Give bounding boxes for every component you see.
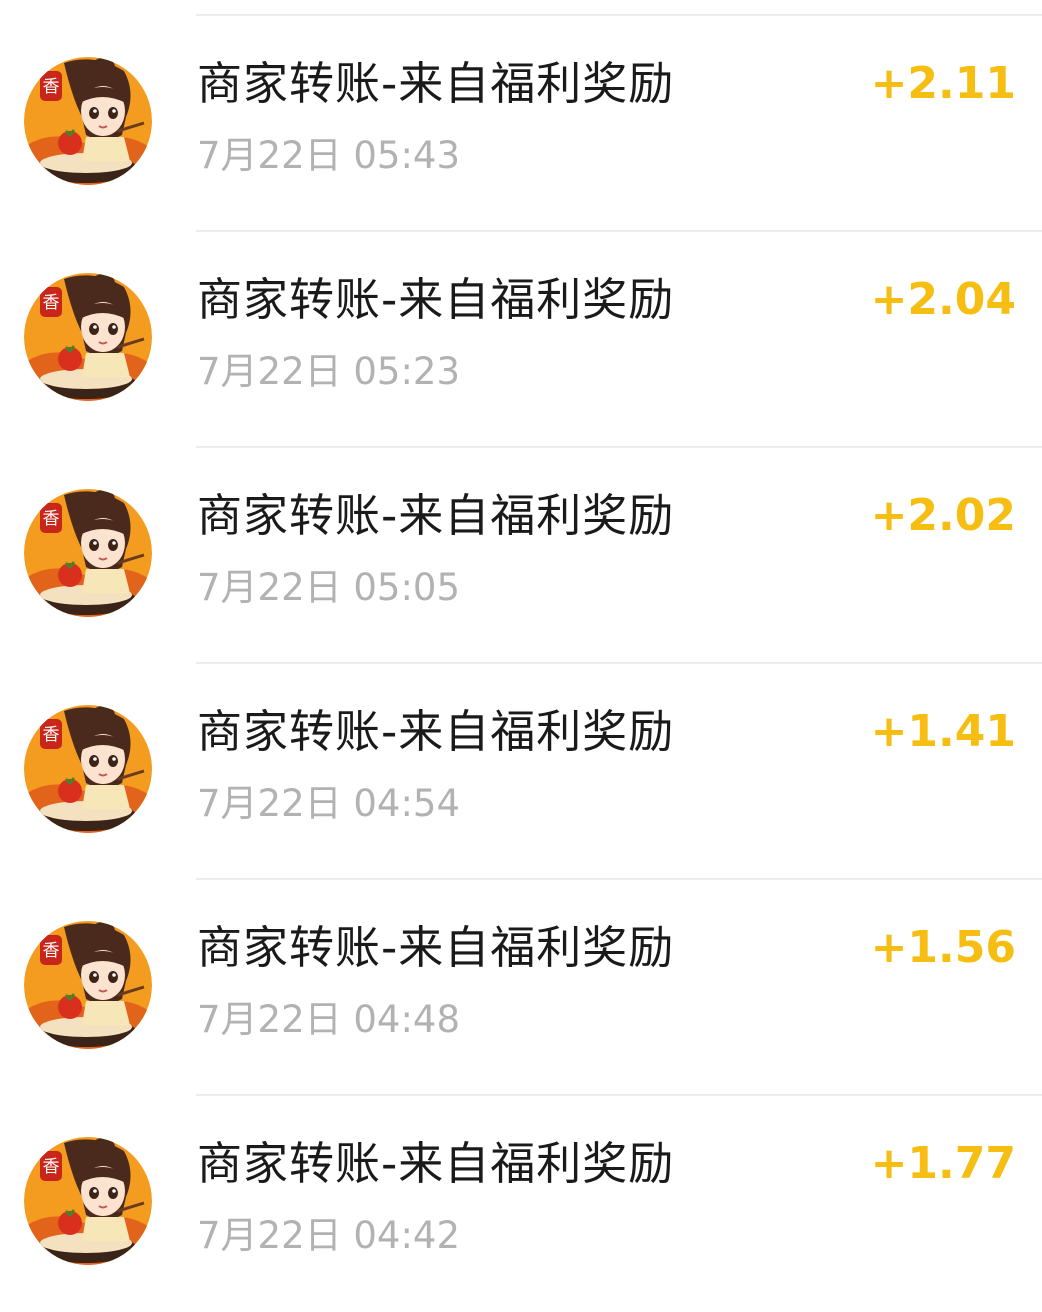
transaction-title: 商家转账-来自福利奖励	[197, 273, 675, 326]
chef-girl-avatar-icon: 香	[24, 273, 152, 401]
chef-girl-avatar-icon: 香	[24, 489, 152, 617]
transaction-row[interactable]: 香 商家转账-来自福利奖励 7月22日 04:42 +1.77	[0, 1096, 1042, 1312]
transaction-time: 7月22日 04:42	[197, 1214, 461, 1257]
transaction-row[interactable]: 香 商家转账-来自福利奖励 7月22日 04:48 +1.56	[0, 880, 1042, 1096]
transaction-title: 商家转账-来自福利奖励	[197, 57, 675, 110]
svg-text:香: 香	[43, 509, 60, 529]
transaction-row[interactable]: 香 商家转账-来自福利奖励 7月22日 05:43 +2.11	[0, 16, 1042, 232]
transaction-title: 商家转账-来自福利奖励	[197, 1137, 675, 1190]
chef-girl-avatar-icon: 香	[24, 921, 152, 1049]
transaction-time: 7月22日 05:23	[197, 350, 461, 393]
transaction-title: 商家转账-来自福利奖励	[197, 921, 675, 974]
transaction-title: 商家转账-来自福利奖励	[197, 489, 675, 542]
chef-girl-avatar-icon: 香	[24, 705, 152, 833]
transaction-amount: +2.04	[870, 274, 1016, 325]
svg-text:香: 香	[43, 293, 60, 313]
transaction-time: 7月22日 04:54	[197, 782, 461, 825]
transaction-time: 7月22日 04:48	[197, 998, 461, 1041]
transaction-title: 商家转账-来自福利奖励	[197, 705, 675, 758]
transaction-amount: +1.56	[870, 922, 1016, 973]
transaction-time: 7月22日 05:05	[197, 566, 461, 609]
transaction-amount: +2.11	[870, 58, 1016, 109]
transaction-row[interactable]: 香 商家转账-来自福利奖励 7月22日 04:54 +1.41	[0, 664, 1042, 880]
svg-text:香: 香	[43, 941, 60, 961]
chef-girl-avatar-icon: 香	[24, 1137, 152, 1265]
transaction-row[interactable]: 香 商家转账-来自福利奖励 7月22日 05:05 +2.02	[0, 448, 1042, 664]
svg-text:香: 香	[43, 77, 60, 97]
chef-girl-avatar-icon: 香	[24, 57, 152, 185]
transaction-amount: +1.77	[870, 1138, 1016, 1189]
svg-text:香: 香	[43, 1157, 60, 1177]
transaction-time: 7月22日 05:43	[197, 134, 461, 177]
transaction-amount: +1.41	[870, 706, 1016, 757]
transaction-row[interactable]: 香 商家转账-来自福利奖励 7月22日 05:23 +2.04	[0, 232, 1042, 448]
svg-text:香: 香	[43, 725, 60, 745]
transaction-amount: +2.02	[870, 490, 1016, 541]
